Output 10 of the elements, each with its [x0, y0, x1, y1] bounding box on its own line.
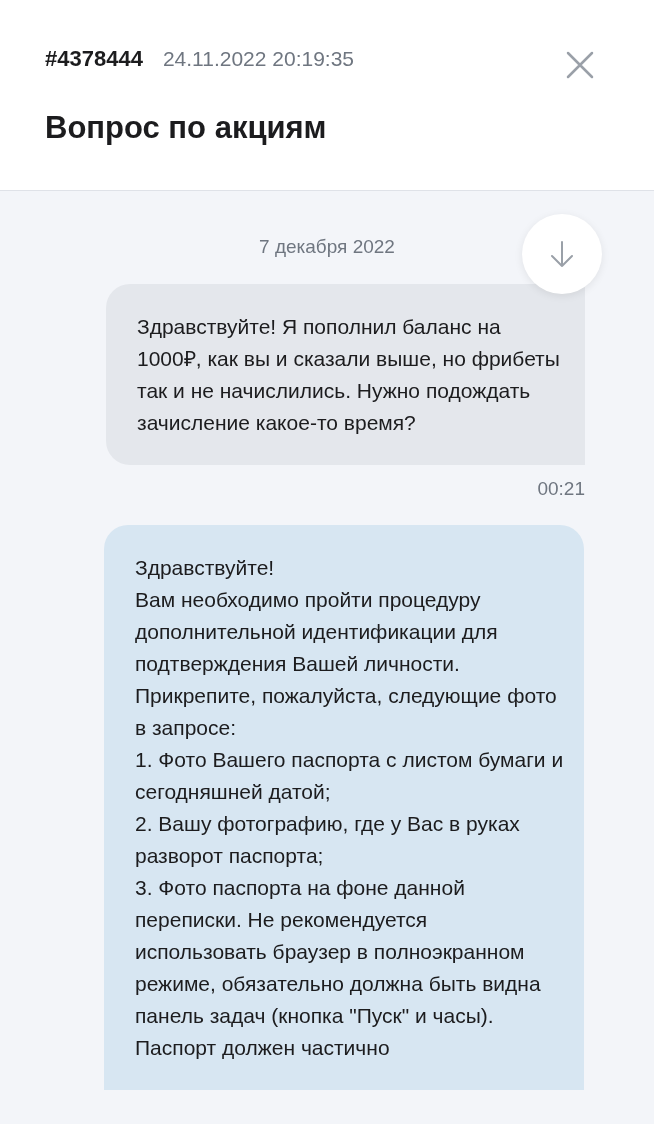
close-icon — [566, 51, 594, 79]
message-text: Здравствуйте! Я пополнил баланс на 1000₽, как вы и сказали выше, но фрибеты так и не начислились. Нужно подождать зачисление какое-то время? — [137, 313, 561, 436]
ticket-datetime: 24.11.2022 20:19:35 — [162, 46, 354, 72]
ticket-title: Вопрос по акциям — [45, 109, 328, 147]
close-button[interactable] — [566, 51, 594, 79]
message-text: Здравствуйте! Вам необходимо пройти процедуру дополнительной идентификации для подтверждения Вашей личности. Прикрепите, пожалуйста, следующие фото в запросе: 1. Фото Вашего паспорта с листом бумаги и сегодняшней датой; 2. Вашу фотографию, где у Вас в руках разворот паспорта; 3. Фото паспорта на фоне данной переписки. Не рекомендуется использовать браузер в полноэкранном режиме, обязательно должна быть видна панель задач (кнопка "Пуск" и часы). Паспорт должен частично — [135, 555, 564, 1061]
date-separator: 7 декабря 2022 — [259, 236, 395, 257]
message-time: 00:21 — [537, 477, 585, 499]
ticket-id: #4378444 — [45, 45, 143, 73]
arrow-down-icon — [550, 240, 574, 268]
